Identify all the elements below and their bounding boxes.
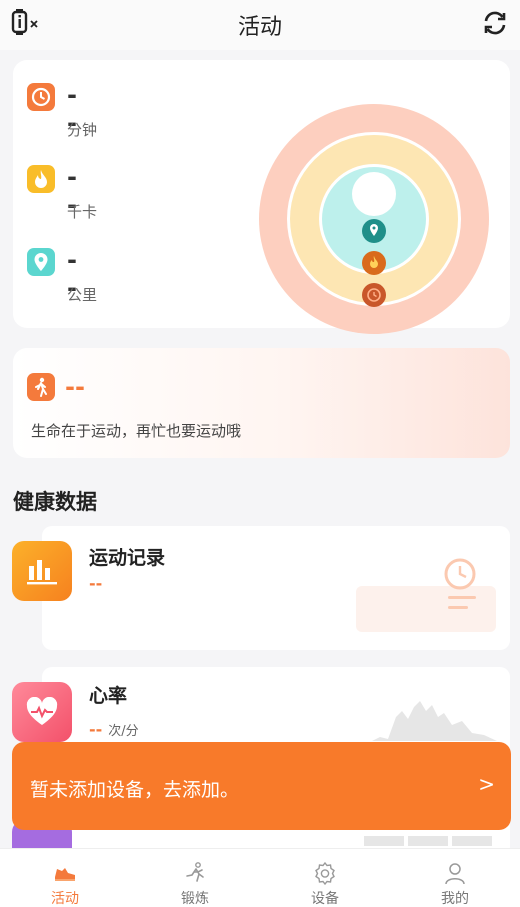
ring-flame-marker (362, 251, 386, 275)
exercise-record-value: -- (89, 574, 103, 593)
nav-item-me[interactable]: 我的 (390, 849, 520, 907)
steps-value: -- (65, 373, 85, 401)
heart-rate-sparkline (372, 701, 497, 741)
chevron-right-icon: > (478, 772, 495, 796)
exercise-record-title: 运动记录 (89, 547, 166, 569)
person-icon (445, 863, 465, 885)
activity-summary-card[interactable]: -- 分钟 -- 千卡 -- 公里 (13, 60, 510, 334)
nav-item-workout[interactable]: 锻炼 (130, 849, 260, 907)
runner-icon (186, 862, 204, 882)
sync-icon[interactable] (480, 8, 510, 38)
flame-icon (27, 165, 55, 193)
ring-location-marker (362, 219, 386, 243)
location-icon (27, 248, 55, 276)
bottom-nav: 活动 锻炼 设备 我的 (0, 848, 520, 907)
nav-item-activity[interactable]: 活动 (0, 849, 130, 907)
walking-icon (27, 373, 55, 401)
metric-unit: 千卡 (67, 203, 98, 221)
nav-label: 锻炼 (181, 891, 209, 907)
metric-unit: 分钟 (67, 121, 98, 139)
health-section-title: 健康数据 (13, 490, 97, 514)
gear-icon (315, 861, 335, 885)
clock-icon (27, 83, 55, 111)
exercise-record-illustration (356, 558, 496, 632)
nav-item-device[interactable]: 设备 (260, 849, 390, 907)
activity-rings (259, 104, 489, 334)
heart-rate-value: -- (89, 720, 103, 739)
nav-label: 我的 (441, 891, 469, 907)
nav-label: 活动 (51, 891, 79, 907)
heart-rate-title: 心率 (89, 685, 128, 707)
nav-label: 设备 (311, 891, 339, 907)
metric-unit: 公里 (67, 286, 98, 304)
heart-icon (12, 682, 72, 742)
bar-chart-icon (12, 541, 72, 601)
page-title: 活动 (237, 15, 282, 40)
header: 活动 (0, 0, 520, 50)
heart-rate-unit: 次/分 (108, 724, 139, 739)
running-shoe-icon (55, 868, 75, 881)
steps-card[interactable]: -- 生命在于运动，再忙也要运动哦 (13, 348, 510, 458)
add-device-banner[interactable]: 暂未添加设备，去添加。 > (12, 742, 511, 830)
add-device-text: 暂未添加设备，去添加。 (30, 779, 240, 801)
heart-rate-value-row: -- 次/分 (89, 720, 139, 739)
ring-clock-marker (362, 283, 386, 307)
steps-motto: 生命在于运动，再忙也要运动哦 (31, 422, 242, 440)
exercise-record-card[interactable]: 运动记录 -- (42, 526, 510, 650)
